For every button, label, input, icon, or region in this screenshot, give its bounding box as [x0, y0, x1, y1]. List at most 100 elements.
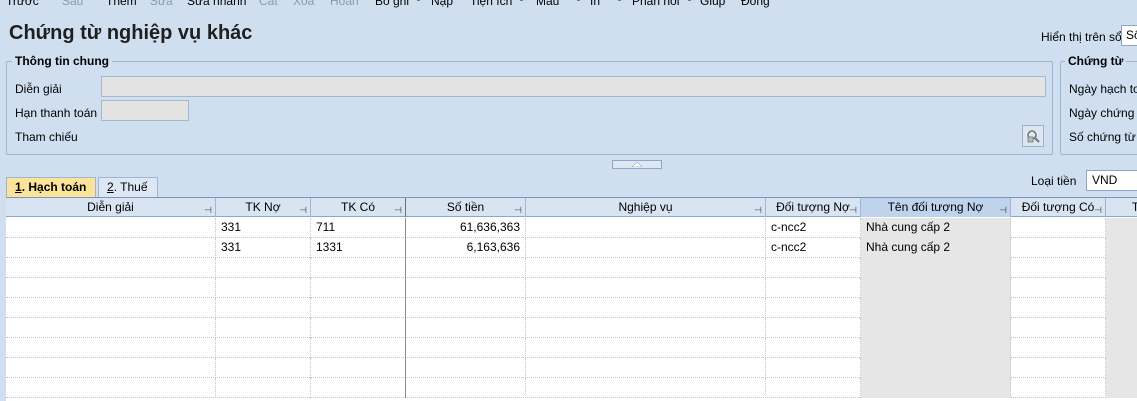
- pin-icon[interactable]: ⊣: [754, 201, 762, 217]
- cell-operation[interactable]: [526, 218, 766, 238]
- cell-debit-object-name[interactable]: Nhà cung cấp 2: [861, 218, 1011, 238]
- cell-debit-object[interactable]: [766, 258, 861, 278]
- cell-debit-object-name[interactable]: [861, 378, 1011, 398]
- column-header-debit-object-name[interactable]: Tên đối tượng Nợ ⊣: [861, 198, 1011, 217]
- cell-credit-account[interactable]: [311, 378, 406, 398]
- cell-debit-object-name[interactable]: Nhà cung cấp 2: [861, 238, 1011, 258]
- cell-debit-account[interactable]: [216, 378, 311, 398]
- cell-description[interactable]: [6, 218, 216, 238]
- cell-credit-object-name[interactable]: [1106, 318, 1137, 338]
- cell-amount[interactable]: [406, 358, 526, 378]
- cell-credit-object-name[interactable]: [1106, 218, 1137, 238]
- toolbar-add-button[interactable]: Thêm: [106, 0, 137, 8]
- cell-amount[interactable]: [406, 258, 526, 278]
- toolbar-close-button[interactable]: Đóng: [741, 0, 770, 8]
- table-row[interactable]: 331 711 61,636,363 c-ncc2 Nhà cung cấp 2: [6, 218, 1137, 238]
- pin-icon[interactable]: ⊣: [299, 201, 307, 217]
- cell-debit-object-name[interactable]: [861, 358, 1011, 378]
- cell-debit-account[interactable]: [216, 298, 311, 318]
- toolbar-unpost-button[interactable]: Bỏ ghi: [375, 0, 409, 8]
- cell-credit-object[interactable]: [1011, 258, 1106, 278]
- cell-credit-account[interactable]: [311, 338, 406, 358]
- cell-credit-object-name[interactable]: [1106, 238, 1137, 258]
- cell-debit-object-name[interactable]: [861, 318, 1011, 338]
- cell-credit-account[interactable]: 1331: [311, 238, 406, 258]
- cell-credit-object-name[interactable]: [1106, 338, 1137, 358]
- cell-debit-account[interactable]: [216, 258, 311, 278]
- cell-debit-object-name[interactable]: [861, 298, 1011, 318]
- toolbar-feedback-button[interactable]: Phản hồi: [632, 0, 679, 8]
- column-header-amount[interactable]: Số tiền ⊣: [406, 198, 526, 217]
- cell-debit-account[interactable]: [216, 278, 311, 298]
- due-date-input[interactable]: [101, 100, 189, 121]
- toolbar-help-button[interactable]: Giúp: [700, 0, 725, 8]
- toolbar-template-button[interactable]: Mẫu: [536, 0, 559, 8]
- cell-operation[interactable]: [526, 238, 766, 258]
- cell-credit-account[interactable]: [311, 318, 406, 338]
- cell-credit-account[interactable]: [311, 258, 406, 278]
- pin-icon[interactable]: ⊣: [999, 201, 1007, 217]
- table-row[interactable]: 331 1331 6,163,636 c-ncc2 Nhà cung cấp 2: [6, 238, 1137, 258]
- toolbar-postpone-button[interactable]: Hoãn: [330, 0, 359, 8]
- column-header-credit-object-name[interactable]: T: [1106, 198, 1137, 217]
- cell-debit-object[interactable]: c-ncc2: [766, 218, 861, 238]
- pin-icon[interactable]: ⊣: [394, 201, 402, 217]
- cell-operation[interactable]: [526, 338, 766, 358]
- cell-amount[interactable]: [406, 318, 526, 338]
- pin-icon[interactable]: ⊣: [849, 201, 857, 217]
- cell-description[interactable]: [6, 338, 216, 358]
- cell-credit-object-name[interactable]: [1106, 378, 1137, 398]
- cell-credit-object[interactable]: [1011, 298, 1106, 318]
- cell-debit-object[interactable]: [766, 358, 861, 378]
- table-row[interactable]: [6, 258, 1137, 278]
- cell-debit-object[interactable]: [766, 338, 861, 358]
- cell-credit-object[interactable]: [1011, 338, 1106, 358]
- toolbar-edit-button[interactable]: Sửa: [150, 0, 173, 8]
- table-row[interactable]: [6, 358, 1137, 378]
- cell-amount[interactable]: [406, 278, 526, 298]
- table-row[interactable]: [6, 318, 1137, 338]
- cell-debit-object[interactable]: [766, 278, 861, 298]
- toolbar-next-button[interactable]: Sau: [62, 0, 83, 8]
- cell-debit-account[interactable]: [216, 358, 311, 378]
- pin-icon[interactable]: ⊣: [514, 201, 522, 217]
- cell-credit-account[interactable]: [311, 298, 406, 318]
- toolbar-save-button[interactable]: Cất: [259, 0, 278, 8]
- cell-credit-object-name[interactable]: [1106, 358, 1137, 378]
- cell-description[interactable]: [6, 278, 216, 298]
- tab-accounting[interactable]: 1. Hạch toán: [6, 177, 96, 198]
- cell-description[interactable]: [6, 318, 216, 338]
- cell-debit-object-name[interactable]: [861, 338, 1011, 358]
- tab-tax[interactable]: 2. Thuế: [98, 177, 158, 197]
- table-row[interactable]: [6, 338, 1137, 358]
- cell-credit-object[interactable]: [1011, 378, 1106, 398]
- cell-credit-object[interactable]: [1011, 358, 1106, 378]
- cell-description[interactable]: [6, 358, 216, 378]
- cell-operation[interactable]: [526, 358, 766, 378]
- cell-debit-object[interactable]: [766, 378, 861, 398]
- column-header-credit-object[interactable]: Đối tượng Có ⊣: [1011, 198, 1106, 217]
- cell-credit-object[interactable]: [1011, 318, 1106, 338]
- toolbar-quick-edit-button[interactable]: Sửa nhanh: [187, 0, 246, 8]
- cell-amount[interactable]: [406, 298, 526, 318]
- cell-debit-object-name[interactable]: [861, 278, 1011, 298]
- cell-credit-object[interactable]: [1011, 238, 1106, 258]
- currency-select[interactable]: VND: [1086, 170, 1137, 191]
- cell-debit-account[interactable]: 331: [216, 218, 311, 238]
- cell-credit-object[interactable]: [1011, 218, 1106, 238]
- cell-description[interactable]: [6, 258, 216, 278]
- column-header-debit-object[interactable]: Đối tượng Nợ ⊣: [766, 198, 861, 217]
- pin-icon[interactable]: ⊣: [204, 201, 212, 217]
- column-header-operation[interactable]: Nghiệp vụ ⊣: [526, 198, 766, 217]
- cell-debit-account[interactable]: 331: [216, 238, 311, 258]
- cell-credit-object-name[interactable]: [1106, 258, 1137, 278]
- cell-description[interactable]: [6, 238, 216, 258]
- table-row[interactable]: [6, 278, 1137, 298]
- column-header-credit-account[interactable]: TK Có ⊣: [311, 198, 406, 217]
- cell-credit-account[interactable]: [311, 358, 406, 378]
- cell-amount[interactable]: 61,636,363: [406, 218, 526, 238]
- cell-credit-object-name[interactable]: [1106, 298, 1137, 318]
- collapse-panel-button[interactable]: [612, 160, 662, 169]
- cell-operation[interactable]: [526, 318, 766, 338]
- cell-debit-account[interactable]: [216, 338, 311, 358]
